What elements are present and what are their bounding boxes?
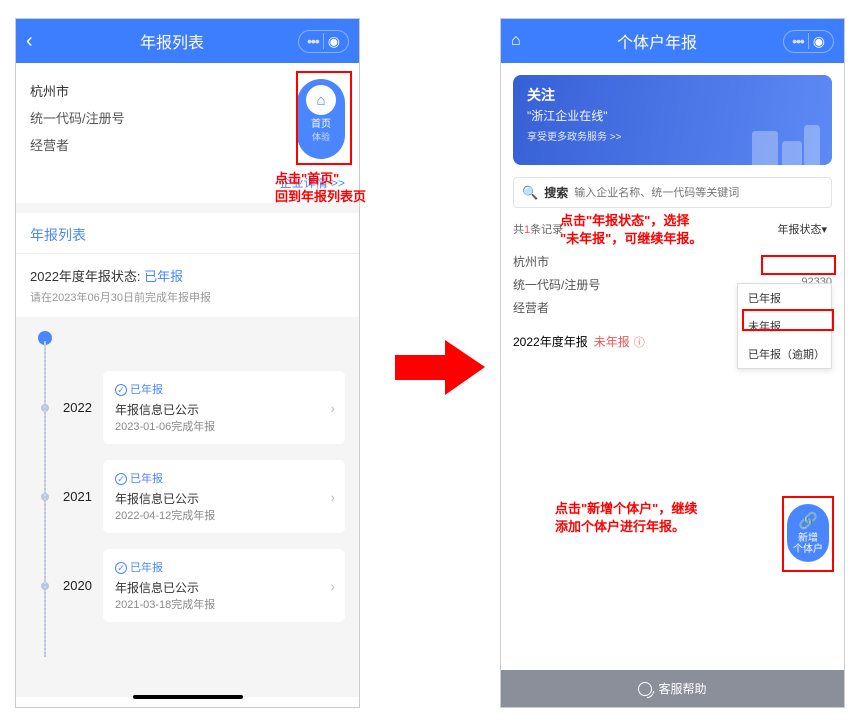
banner-line1: 关注 bbox=[527, 85, 818, 105]
right-phone: ⌂ 个体户年报 ••• ◉ 关注 "浙江企业在线" 享受更多政务服务 >> 🔍 … bbox=[500, 18, 845, 708]
check-icon: ✓ bbox=[115, 562, 127, 574]
timeline-item: 2022 ✓已年报 年报信息已公示 2023-01-06完成年报 › bbox=[30, 371, 345, 444]
target-icon[interactable]: ◉ bbox=[328, 33, 340, 50]
status-main: 2022年度年报状态: 已年报 bbox=[30, 266, 345, 285]
left-phone: ‹ 年报列表 ••• ◉ 杭州市 统一代码/注册号 3Q 经营者 企业详情 >>… bbox=[15, 18, 360, 708]
page-title: 年报列表 bbox=[46, 29, 298, 53]
code-label: 统一代码/注册号 bbox=[30, 108, 140, 127]
timeline-info2: 2022-04-12完成年报 bbox=[115, 507, 333, 523]
target-icon[interactable]: ◉ bbox=[813, 33, 825, 50]
warning-icon: ⓘ bbox=[634, 334, 645, 350]
status-filter-button[interactable]: 年报状态▾ bbox=[772, 218, 832, 240]
annotation-line: 点击"首页" bbox=[275, 170, 366, 188]
annotation-home: 点击"首页" 回到年报列表页 bbox=[275, 170, 366, 206]
timeline-item: 2021 ✓已年报 年报信息已公示 2022-04-12完成年报 › bbox=[30, 460, 345, 533]
capsule-button[interactable]: ••• ◉ bbox=[783, 30, 834, 53]
headset-icon bbox=[638, 682, 652, 696]
timeline-info1: 年报信息已公示 bbox=[115, 490, 333, 507]
timeline-tag: ✓已年报 bbox=[115, 470, 333, 486]
chevron-right-icon: › bbox=[330, 578, 335, 594]
red-highlight-option bbox=[742, 309, 834, 331]
banner-decoration bbox=[742, 105, 822, 165]
annotation-add: 点击"新增个体户"，继续 添加个体户进行年报。 bbox=[555, 500, 697, 536]
search-box[interactable]: 🔍 搜索 bbox=[513, 177, 832, 208]
search-label: 搜索 bbox=[544, 184, 568, 201]
annotation-line: 回到年报列表页 bbox=[275, 188, 366, 206]
chevron-right-icon: › bbox=[330, 489, 335, 505]
header-bar: ⌂ 个体户年报 ••• ◉ bbox=[501, 19, 844, 63]
annotation-line: "未年报"，可继续年报。 bbox=[560, 230, 702, 248]
timeline-card[interactable]: ✓已年报 年报信息已公示 2021-03-18完成年报 › bbox=[103, 549, 345, 622]
timeline-item: 2020 ✓已年报 年报信息已公示 2021-03-18完成年报 › bbox=[30, 549, 345, 622]
annotation-line: 添加个体户进行年报。 bbox=[555, 518, 697, 536]
timeline-year: 2021 bbox=[63, 489, 103, 504]
timeline-year: 2020 bbox=[63, 578, 103, 593]
timeline-info2: 2021-03-18完成年报 bbox=[115, 596, 333, 612]
more-icon[interactable]: ••• bbox=[307, 33, 319, 49]
help-label: 客服帮助 bbox=[658, 682, 706, 696]
capsule-button[interactable]: ••• ◉ bbox=[298, 30, 349, 53]
annotation-status: 点击"年报状态"，选择 "未年报"，可继续年报。 bbox=[560, 212, 702, 248]
search-icon: 🔍 bbox=[522, 185, 538, 201]
operator-label: 经营者 bbox=[30, 135, 140, 154]
separator bbox=[323, 33, 324, 49]
record-operator-label: 经营者 bbox=[513, 299, 549, 316]
timeline-info1: 年报信息已公示 bbox=[115, 401, 333, 418]
record-code-label: 统一代码/注册号 bbox=[513, 276, 600, 293]
section-title: 年报列表 bbox=[16, 213, 359, 254]
annotation-line: 点击"年报状态"，选择 bbox=[560, 212, 702, 230]
record-city: 杭州市 bbox=[513, 253, 549, 270]
annotation-line: 点击"新增个体户"，继续 bbox=[555, 500, 697, 518]
timeline-tag: ✓已年报 bbox=[115, 559, 333, 575]
page-title: 个体户年报 bbox=[531, 29, 783, 53]
timeline-info1: 年报信息已公示 bbox=[115, 579, 333, 596]
timeline-card[interactable]: ✓已年报 年报信息已公示 2023-01-06完成年报 › bbox=[103, 371, 345, 444]
home-icon[interactable]: ⌂ bbox=[511, 32, 531, 50]
timeline-line bbox=[44, 341, 46, 657]
red-highlight-home bbox=[296, 71, 352, 165]
timeline-card[interactable]: ✓已年报 年报信息已公示 2022-04-12完成年报 › bbox=[103, 460, 345, 533]
timeline-tag: ✓已年报 bbox=[115, 381, 333, 397]
red-highlight-add bbox=[782, 496, 834, 572]
home-indicator bbox=[133, 695, 243, 699]
record-count: 共1条记录 bbox=[513, 221, 563, 237]
status-block: 2022年度年报状态: 已年报 请在2023年06月30日前完成年报申报 bbox=[16, 254, 359, 317]
check-icon: ✓ bbox=[115, 473, 127, 485]
status-prefix: 2022年度年报状态: bbox=[30, 269, 144, 284]
separator bbox=[808, 33, 809, 49]
dropdown-option[interactable]: 已年报 bbox=[738, 284, 831, 312]
caret-down-icon: ▾ bbox=[821, 224, 827, 236]
timeline: 2022 ✓已年报 年报信息已公示 2023-01-06完成年报 › 2021 … bbox=[16, 317, 359, 697]
chevron-right-icon: › bbox=[330, 400, 335, 416]
red-highlight-status bbox=[761, 255, 836, 275]
check-icon: ✓ bbox=[115, 384, 127, 396]
big-arrow-icon bbox=[395, 340, 485, 395]
search-input[interactable] bbox=[574, 187, 823, 199]
more-icon[interactable]: ••• bbox=[792, 33, 804, 49]
promo-banner[interactable]: 关注 "浙江企业在线" 享受更多政务服务 >> bbox=[513, 75, 832, 165]
dropdown-option[interactable]: 已年报（逾期） bbox=[738, 340, 831, 368]
year-status: 未年报 bbox=[594, 333, 630, 350]
back-icon[interactable]: ‹ bbox=[26, 30, 46, 53]
header-bar: ‹ 年报列表 ••• ◉ bbox=[16, 19, 359, 63]
year-title: 2022年度年报 bbox=[513, 333, 588, 350]
help-bar[interactable]: 客服帮助 bbox=[501, 670, 844, 707]
timeline-year: 2022 bbox=[63, 400, 103, 415]
timeline-info2: 2023-01-06完成年报 bbox=[115, 418, 333, 434]
status-value: 已年报 bbox=[144, 269, 183, 284]
status-sub: 请在2023年06月30日前完成年报申报 bbox=[30, 289, 345, 305]
